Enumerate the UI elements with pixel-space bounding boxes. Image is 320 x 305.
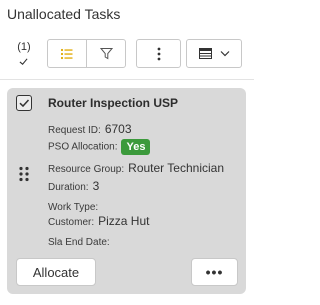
- pso-allocation-label: PSO Allocation:: [48, 141, 118, 153]
- pso-allocation-badge: Yes: [121, 139, 151, 155]
- drag-handle-icon[interactable]: [18, 166, 30, 182]
- table-view-icon: [198, 48, 212, 59]
- work-type-label: Work Type:: [48, 202, 99, 213]
- toolbar: (1): [0, 37, 254, 73]
- pso-allocation-field: PSO Allocation: Yes: [48, 139, 151, 155]
- list-view-button[interactable]: [48, 40, 87, 67]
- allocate-button[interactable]: Allocate: [16, 258, 96, 286]
- selected-count: (1): [17, 41, 31, 53]
- panel-title: Unallocated Tasks: [7, 6, 121, 22]
- list-icon: [60, 48, 73, 59]
- resource-group-label: Resource Group:: [48, 164, 125, 175]
- customer-field: Customer: Pizza Hut: [48, 214, 149, 228]
- resource-group-value: Router Technician: [128, 161, 224, 175]
- task-title: Router Inspection USP: [48, 96, 179, 110]
- duration-field: Duration: 3: [48, 179, 99, 193]
- task-select-checkbox[interactable]: [16, 95, 32, 111]
- customer-value: Pizza Hut: [98, 214, 150, 228]
- toolbar-more-button[interactable]: [136, 39, 181, 68]
- vertical-dots-icon: [157, 47, 160, 60]
- filter-icon: [99, 48, 113, 60]
- request-id-value: 6703: [104, 122, 132, 136]
- sla-end-date-field: Sla End Date:: [48, 234, 114, 248]
- resource-group-field: Resource Group: Router Technician: [48, 161, 224, 175]
- request-id-field: Request ID: 6703: [48, 122, 132, 136]
- duration-value: 3: [92, 179, 100, 193]
- sla-end-date-label: Sla End Date:: [48, 237, 110, 248]
- view-selector-button[interactable]: [186, 39, 242, 68]
- duration-label: Duration:: [48, 182, 89, 193]
- toolbar-divider: [0, 79, 254, 80]
- check-icon: [19, 58, 28, 65]
- request-id-label: Request ID:: [48, 125, 101, 136]
- customer-label: Customer:: [48, 217, 95, 228]
- task-card[interactable]: Router Inspection USP Request ID: 6703 PS…: [7, 88, 246, 294]
- checkbox-check-icon: [19, 99, 30, 108]
- filter-button[interactable]: [87, 40, 125, 67]
- work-type-field: Work Type:: [48, 199, 102, 213]
- chevron-down-icon: [220, 51, 229, 57]
- task-more-button[interactable]: •••: [191, 258, 238, 286]
- list-filter-toggle: [47, 39, 126, 68]
